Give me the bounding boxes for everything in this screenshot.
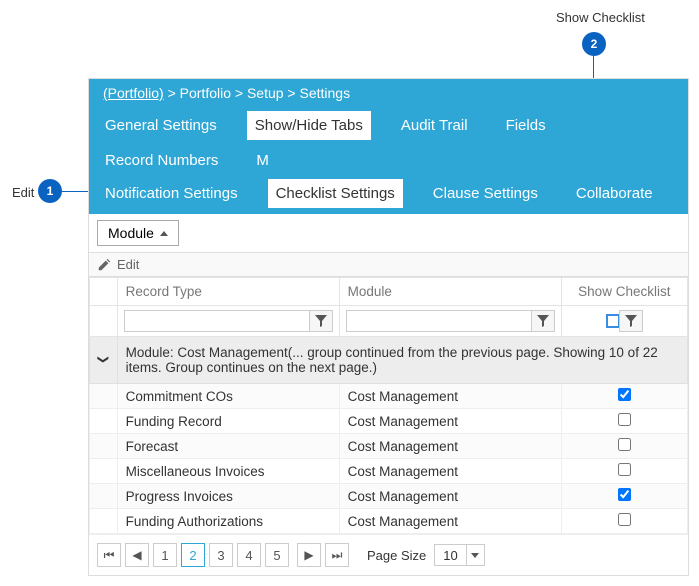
cell-module: Cost Management xyxy=(339,409,561,434)
filter-show-checklist-button[interactable] xyxy=(619,310,643,332)
cell-record-type: Miscellaneous Invoices xyxy=(117,459,339,484)
breadcrumb-portfolio-link[interactable]: (Portfolio) xyxy=(103,85,164,101)
cell-record-type: Funding Authorizations xyxy=(117,509,339,534)
table-row: Funding RecordCost Management xyxy=(90,409,688,434)
show-checklist-checkbox[interactable] xyxy=(618,513,631,526)
show-checklist-checkbox[interactable] xyxy=(618,413,631,426)
chevron-down-icon[interactable]: ❯ xyxy=(97,355,110,364)
module-bar: Module xyxy=(89,214,688,253)
cell-module: Cost Management xyxy=(339,484,561,509)
tab-general-settings[interactable]: General Settings xyxy=(97,111,225,140)
module-group-button[interactable]: Module xyxy=(97,220,179,246)
pager: ⏮ ◀ 12345 ▶ ⏭ Page Size 10 xyxy=(89,534,688,575)
filter-record-type-button[interactable] xyxy=(309,310,333,332)
callout-edit-label: Edit xyxy=(12,185,34,200)
tab-checklist-settings[interactable]: Checklist Settings xyxy=(268,179,403,208)
tab-collaborate[interactable]: Collaborate xyxy=(568,179,661,208)
show-checklist-checkbox[interactable] xyxy=(618,463,631,476)
tabs-row-2: Notification Settings Checklist Settings C… xyxy=(89,175,688,214)
pager-first[interactable]: ⏮ xyxy=(97,543,121,567)
filter-module-button[interactable] xyxy=(531,310,555,332)
cell-record-type: Commitment COs xyxy=(117,384,339,409)
pencil-icon xyxy=(97,258,111,272)
callout-badge-1: 1 xyxy=(38,179,62,203)
tab-audit-trail[interactable]: Audit Trail xyxy=(393,111,476,140)
pager-page-4[interactable]: 4 xyxy=(237,543,261,567)
header-record-type[interactable]: Record Type xyxy=(117,278,339,306)
grid-toolbar: Edit xyxy=(89,253,688,277)
table-row: Progress InvoicesCost Management xyxy=(90,484,688,509)
page-size-label: Page Size xyxy=(367,548,426,563)
show-checklist-checkbox[interactable] xyxy=(618,438,631,451)
tab-fields[interactable]: Fields xyxy=(498,111,554,140)
breadcrumb: (Portfolio) > Portfolio > Setup > Settin… xyxy=(89,79,688,107)
cell-record-type: Funding Record xyxy=(117,409,339,434)
header-expand xyxy=(90,278,118,306)
cell-module: Cost Management xyxy=(339,384,561,409)
page-size-drop-icon xyxy=(466,545,484,565)
callout-line-1 xyxy=(62,191,90,192)
cell-module: Cost Management xyxy=(339,434,561,459)
show-checklist-checkbox[interactable] xyxy=(618,488,631,501)
pager-page-3[interactable]: 3 xyxy=(209,543,233,567)
show-checklist-checkbox[interactable] xyxy=(618,388,631,401)
cell-module: Cost Management xyxy=(339,459,561,484)
pager-prev[interactable]: ◀ xyxy=(125,543,149,567)
tabs-row-1: General Settings Show/Hide Tabs Audit Trai… xyxy=(89,107,688,175)
callout-badge-2: 2 xyxy=(582,32,606,56)
tab-m[interactable]: M xyxy=(248,146,277,175)
filter-show-checklist-checkbox[interactable] xyxy=(606,314,620,328)
callout-show-label: Show Checklist xyxy=(556,10,645,25)
pager-page-1[interactable]: 1 xyxy=(153,543,177,567)
table-row: Miscellaneous InvoicesCost Management xyxy=(90,459,688,484)
checklist-grid: Record Type Module Show Checklist xyxy=(89,277,688,534)
filter-module-input[interactable] xyxy=(346,310,532,332)
filter-record-type-input[interactable] xyxy=(124,310,310,332)
pager-page-5[interactable]: 5 xyxy=(265,543,289,567)
funnel-icon xyxy=(625,315,637,327)
grid-scroll[interactable]: Record Type Module Show Checklist xyxy=(89,277,688,534)
cell-module: Cost Management xyxy=(339,509,561,534)
table-row: ForecastCost Management xyxy=(90,434,688,459)
edit-button[interactable]: Edit xyxy=(117,257,139,272)
header-show-checklist[interactable]: Show Checklist xyxy=(561,278,687,306)
table-row: Commitment COsCost Management xyxy=(90,384,688,409)
app-window: (Portfolio) > Portfolio > Setup > Settin… xyxy=(88,78,689,576)
page-size-value: 10 xyxy=(435,548,465,563)
cell-record-type: Forecast xyxy=(117,434,339,459)
funnel-icon xyxy=(315,315,327,327)
sort-asc-icon xyxy=(160,231,168,236)
tab-notification-settings[interactable]: Notification Settings xyxy=(97,179,246,208)
tab-show-hide-tabs[interactable]: Show/Hide Tabs xyxy=(247,111,371,140)
filter-row xyxy=(90,306,688,337)
breadcrumb-rest: > Portfolio > Setup > Settings xyxy=(164,85,350,101)
cell-record-type: Progress Invoices xyxy=(117,484,339,509)
group-row: ❯ Module: Cost Management(... group cont… xyxy=(90,337,688,384)
funnel-icon xyxy=(537,315,549,327)
pager-last[interactable]: ⏭ xyxy=(325,543,349,567)
pager-next[interactable]: ▶ xyxy=(297,543,321,567)
header-row: Record Type Module Show Checklist xyxy=(90,278,688,306)
header-module[interactable]: Module xyxy=(339,278,561,306)
tab-clause-settings[interactable]: Clause Settings xyxy=(425,179,546,208)
module-button-label: Module xyxy=(108,225,154,241)
pager-page-2[interactable]: 2 xyxy=(181,543,205,567)
page-size-select[interactable]: 10 xyxy=(434,544,484,566)
table-row: Funding AuthorizationsCost Management xyxy=(90,509,688,534)
tab-record-numbers[interactable]: Record Numbers xyxy=(97,146,226,175)
page-size: Page Size 10 xyxy=(367,544,485,566)
group-text: Module: Cost Management(... group contin… xyxy=(126,345,658,375)
